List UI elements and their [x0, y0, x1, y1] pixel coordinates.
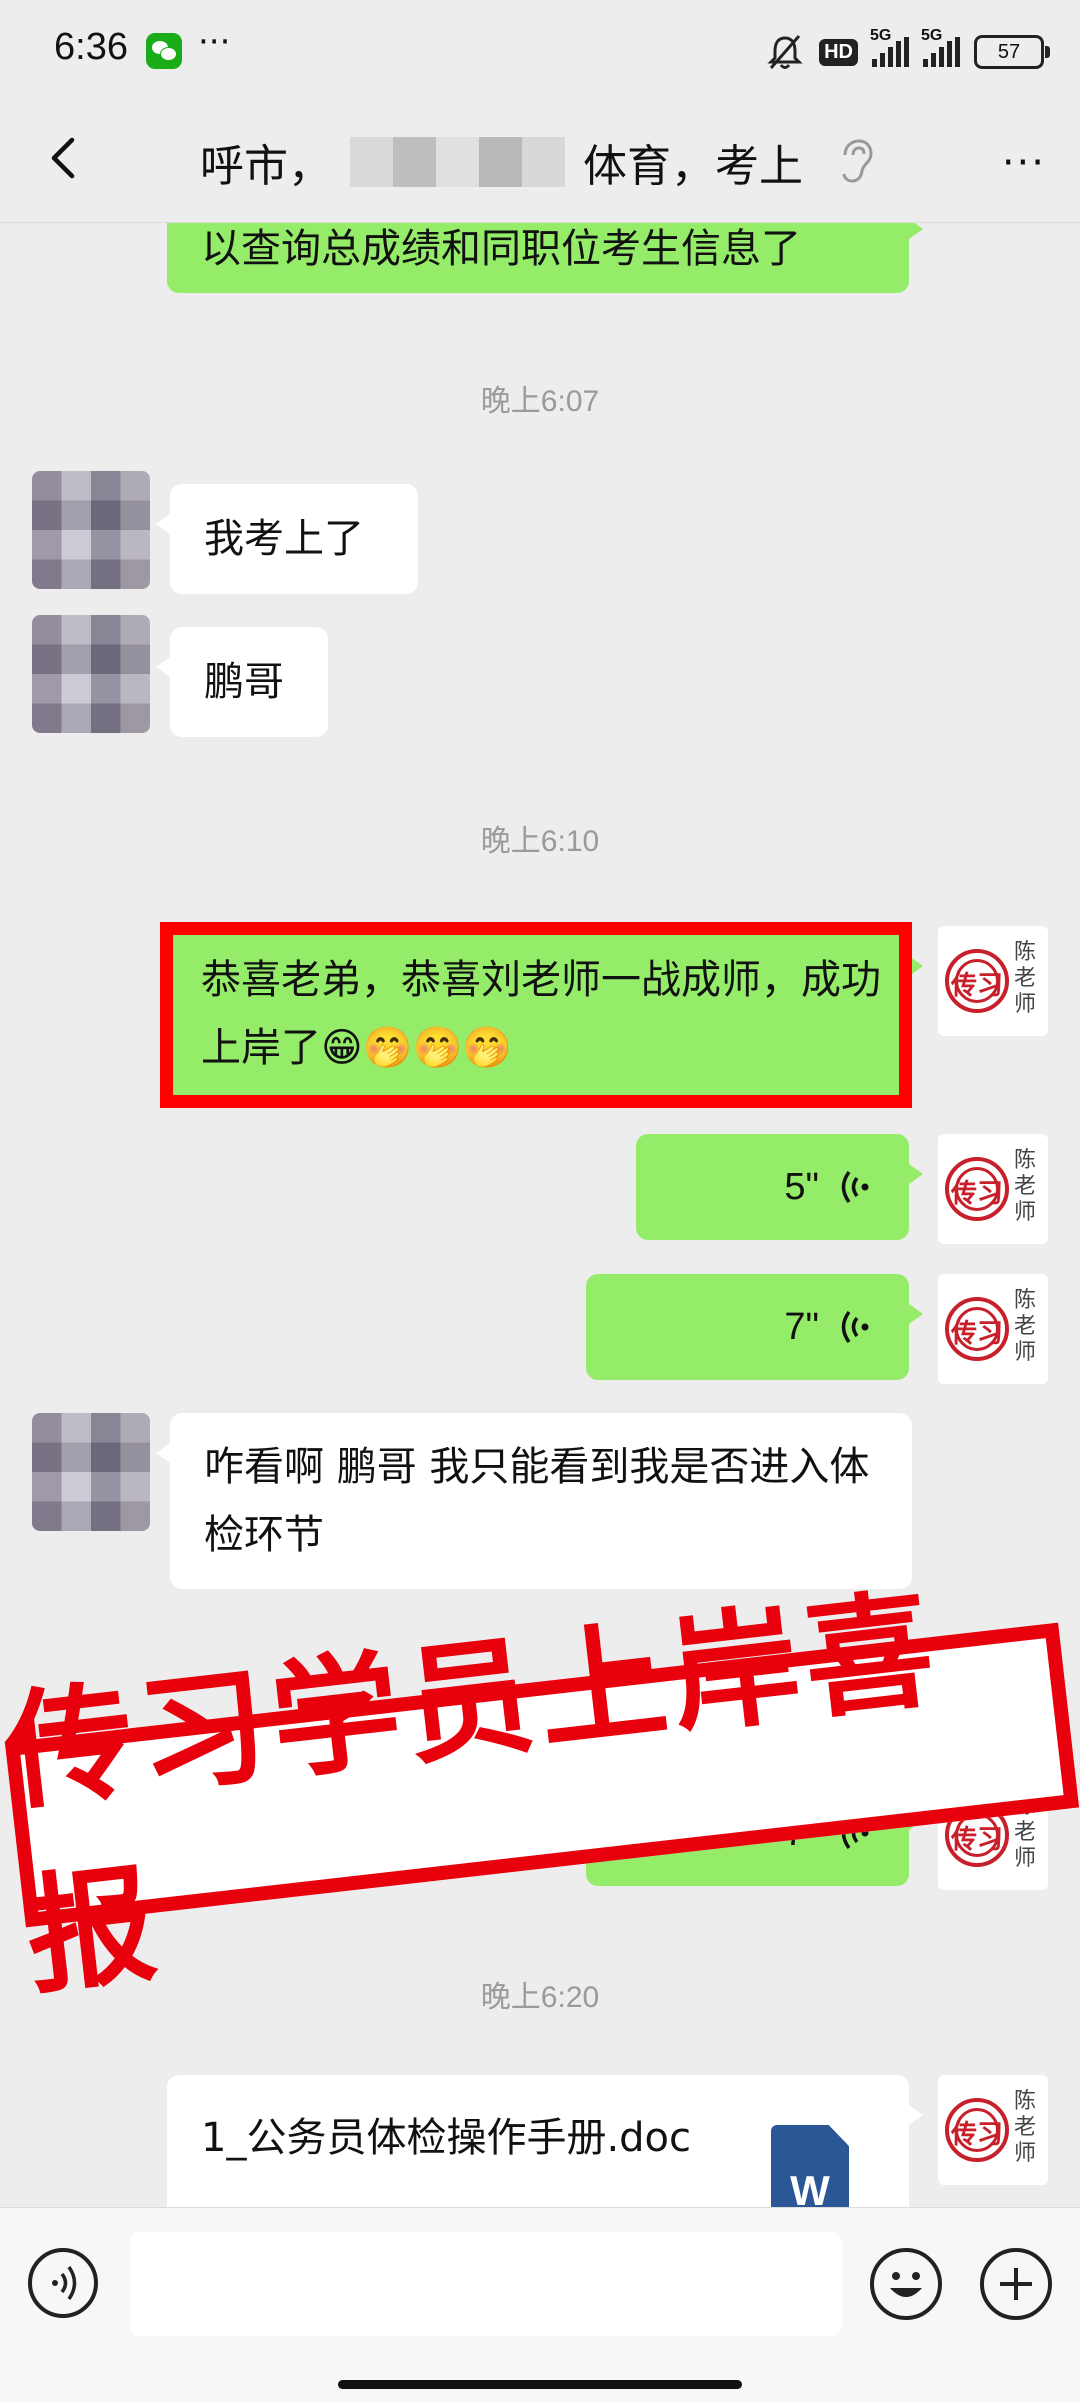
input-bar — [0, 2207, 1080, 2402]
voice-message-bubble[interactable]: 7" — [586, 1274, 923, 1380]
chat-title-right: 体育，考上 — [583, 141, 803, 192]
voice-input-icon — [52, 2266, 77, 2300]
contact-avatar[interactable] — [32, 471, 150, 589]
message-text: 我考上了 — [204, 516, 364, 562]
plus-icon — [1000, 2268, 1032, 2300]
emoji-button[interactable] — [870, 2248, 942, 2320]
message-text: 以查询总成绩和同职位考生信息了 — [201, 226, 801, 272]
avatar-name: 陈老师 — [1014, 940, 1037, 1017]
file-message-card[interactable]: 1_公务员体检操作手册.doc W — [167, 2075, 923, 2207]
status-time: 6:36 — [54, 26, 128, 68]
highlight-frame — [160, 922, 912, 1108]
more-actions-button[interactable] — [980, 2248, 1052, 2320]
chat-title: 呼市， 体育，考上 — [200, 130, 900, 194]
message-bubble-incoming[interactable]: 鹏哥 — [156, 627, 328, 737]
timestamp: 晚上6:07 — [480, 385, 600, 418]
avatar-name: 陈老师 — [1014, 1288, 1037, 1365]
network-type-1: 5G — [870, 27, 892, 44]
mute-bell-icon — [767, 35, 803, 69]
teacher-avatar[interactable]: 传习 陈老师 — [938, 926, 1048, 1036]
status-bar: 6:36 ··· HD 5G 5G 57 — [0, 0, 1080, 100]
promo-banner: 传习学员上岸喜报 — [0, 1574, 1080, 2013]
message-bubble-outgoing[interactable]: 以查询总成绩和同职位考生信息了 — [167, 223, 923, 293]
teacher-avatar[interactable]: 传习 陈老师 — [938, 1134, 1048, 1244]
message-text: 咋看啊 鹏哥 我只能看到我是否进入体检环节 — [204, 1444, 870, 1558]
voice-input-button[interactable] — [28, 2248, 98, 2318]
teacher-avatar[interactable]: 传习 陈老师 — [938, 2075, 1048, 2185]
file-name: 1_公务员体检操作手册.doc — [201, 2115, 692, 2161]
earpiece-mode-icon — [842, 139, 873, 183]
seal-logo: 传习 — [945, 1157, 1009, 1221]
voice-wave-icon — [841, 1170, 869, 1204]
smiley-icon — [890, 2272, 922, 2297]
network-type-2: 5G — [921, 27, 943, 44]
voice-duration: 5" — [784, 1166, 819, 1208]
teacher-avatar[interactable]: 传习 陈老师 — [938, 1274, 1048, 1384]
signal-icon-1: 5G — [870, 27, 909, 67]
status-indicators: HD 5G 5G 57 — [765, 27, 1050, 74]
chat-title-left: 呼市， — [200, 141, 332, 192]
avatar-name: 陈老师 — [1014, 1148, 1037, 1225]
signal-icon-2: 5G — [921, 27, 960, 67]
avatar-name: 陈老师 — [1014, 2089, 1037, 2166]
hd-voice-badge: HD — [819, 38, 858, 66]
contact-avatar[interactable] — [32, 1413, 150, 1531]
contact-avatar[interactable] — [32, 615, 150, 733]
seal-logo: 传习 — [945, 2098, 1009, 2162]
more-notifications-icon: ··· — [198, 22, 231, 62]
banner-text: 传习学员上岸喜报 — [0, 1574, 947, 2013]
chat-more-button[interactable]: ··· — [1002, 140, 1046, 186]
voice-duration: 7" — [784, 1306, 819, 1348]
back-arrow-icon[interactable] — [36, 128, 96, 188]
message-input[interactable] — [130, 2232, 842, 2336]
word-document-icon: W — [771, 2125, 849, 2207]
chat-header: 呼市， 体育，考上 ··· — [0, 100, 1080, 223]
home-indicator[interactable] — [338, 2380, 742, 2389]
voice-message-bubble[interactable]: 5" — [636, 1134, 923, 1240]
seal-logo: 传习 — [945, 949, 1009, 1013]
seal-logo: 传习 — [945, 1297, 1009, 1361]
wechat-notification-icon — [146, 33, 182, 69]
timestamp: 晚上6:10 — [480, 825, 600, 858]
message-bubble-incoming[interactable]: 我考上了 — [156, 484, 418, 594]
battery-icon: 57 — [974, 35, 1050, 69]
voice-wave-icon — [841, 1310, 869, 1344]
message-text: 鹏哥 — [204, 659, 284, 705]
pixelated-redaction — [350, 137, 565, 187]
